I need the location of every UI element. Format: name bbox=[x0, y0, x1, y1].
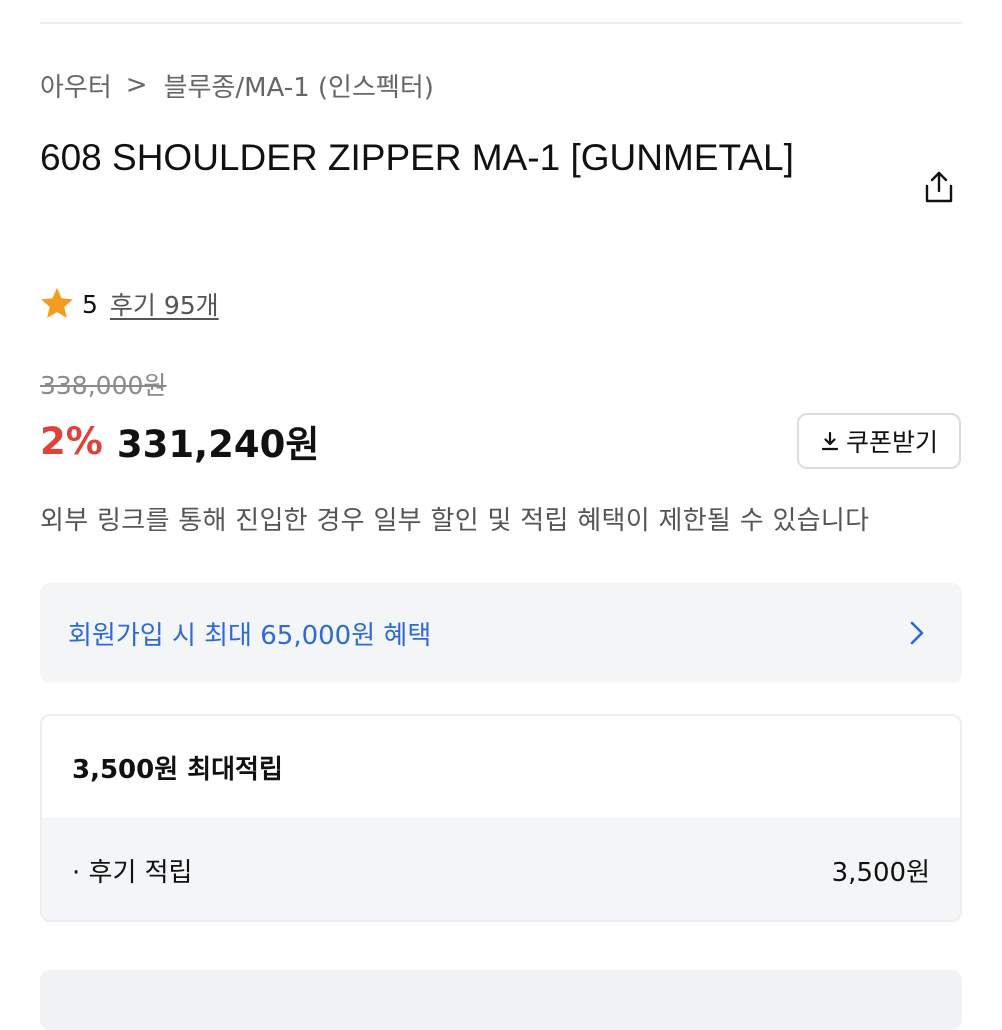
points-row-value: 3,500원 bbox=[831, 857, 930, 888]
rating: 5 후기 95개 bbox=[38, 283, 219, 325]
price-row: 2% 331,240원 bbox=[40, 416, 320, 467]
coupon-button-label: 쿠폰받기 bbox=[845, 428, 938, 457]
sale-price: 331,240원 bbox=[116, 423, 320, 466]
next-section-panel bbox=[40, 970, 962, 1030]
download-icon bbox=[821, 431, 839, 451]
signup-banner[interactable]: 회원가입 시 최대 65,000원 혜택 bbox=[40, 583, 962, 683]
points-row-label: · 후기 적립 bbox=[72, 857, 193, 888]
coupon-button[interactable]: 쿠폰받기 bbox=[797, 413, 961, 469]
points-header: 3,500원 최대적립 bbox=[72, 754, 283, 785]
points-row: · 후기 적립 3,500원 bbox=[42, 818, 960, 920]
discount-rate: 2% bbox=[40, 419, 103, 463]
chevron-right-icon bbox=[910, 621, 924, 645]
reviews-link[interactable]: 후기 95개 bbox=[110, 286, 219, 322]
top-divider bbox=[40, 22, 962, 24]
points-card: 3,500원 최대적립 · 후기 적립 3,500원 bbox=[40, 714, 962, 922]
share-icon bbox=[925, 171, 953, 203]
breadcrumb-current[interactable]: 블루종/MA-1 (인스펙터) bbox=[164, 67, 434, 104]
product-title: 608 SHOULDER ZIPPER MA-1 [GUNMETAL] bbox=[40, 137, 794, 178]
signup-banner-text: 회원가입 시 최대 65,000원 혜택 bbox=[68, 620, 432, 651]
share-button[interactable] bbox=[914, 162, 964, 212]
rating-score: 5 bbox=[82, 289, 98, 319]
star-icon bbox=[41, 287, 73, 318]
breadcrumb-separator: > bbox=[125, 70, 148, 100]
original-price: 338,000원 bbox=[40, 371, 167, 400]
breadcrumb: 아우터 > 블루종/MA-1 (인스펙터) bbox=[40, 66, 434, 104]
breadcrumb-parent[interactable]: 아우터 bbox=[40, 67, 112, 104]
notice-text: 외부 링크를 통해 진입한 경우 일부 할인 및 적립 혜택이 제한될 수 있습… bbox=[40, 506, 870, 536]
